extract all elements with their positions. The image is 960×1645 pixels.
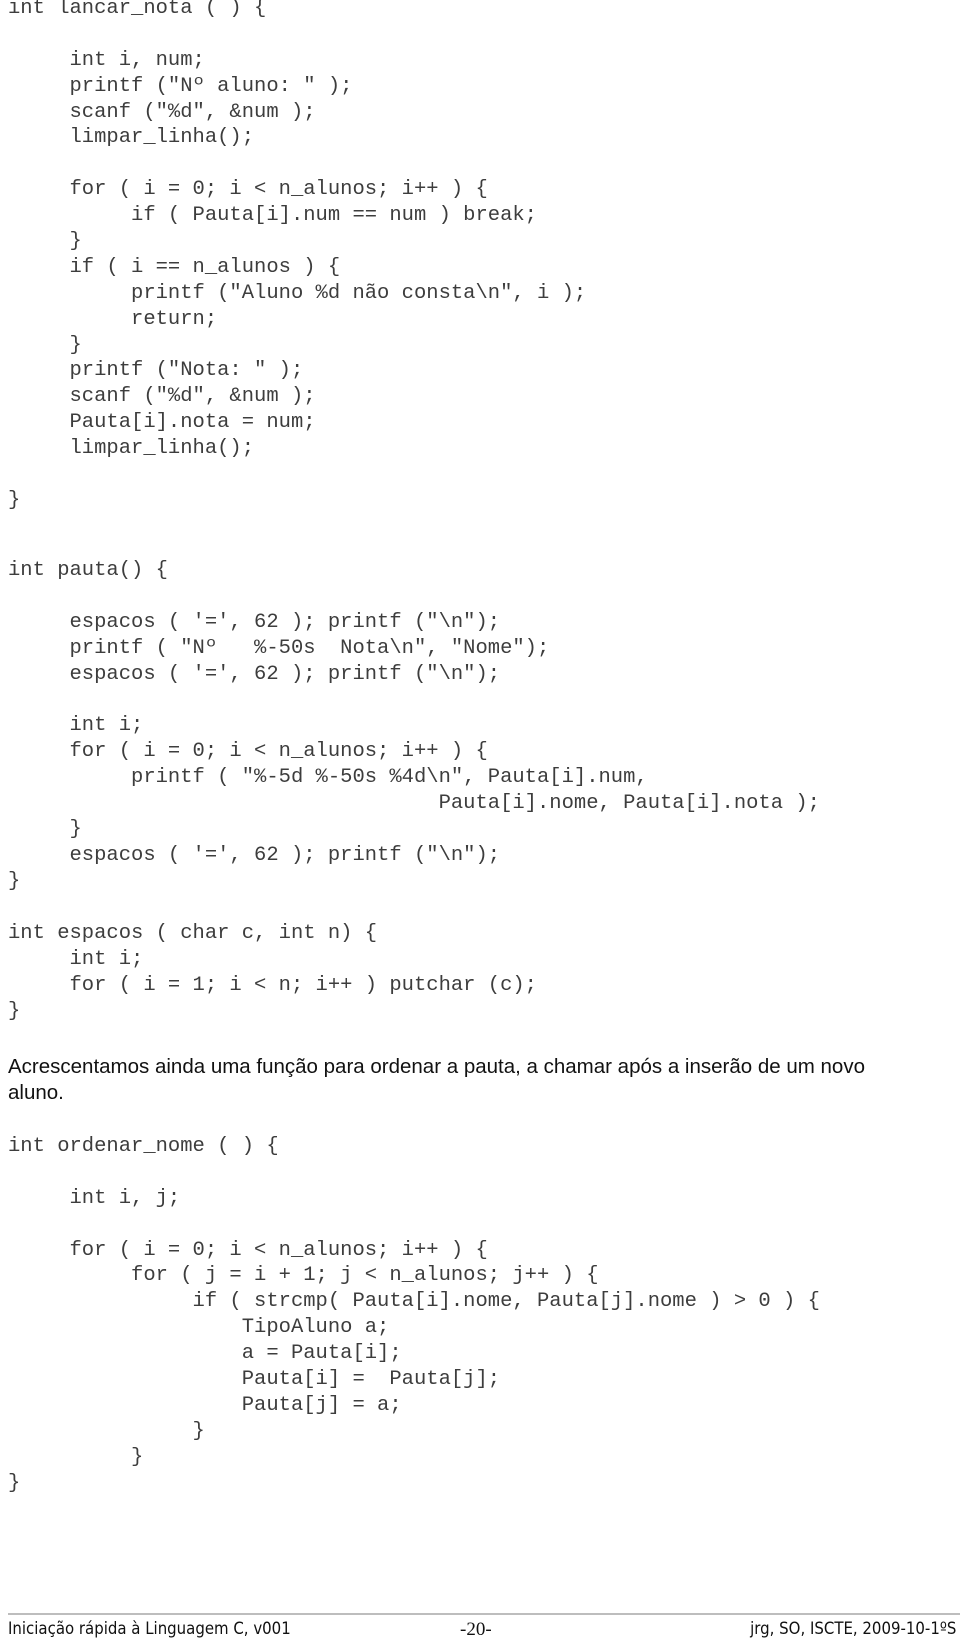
code-line: } [8, 1445, 144, 1469]
code-line: Pauta[j] = a; [8, 1393, 402, 1417]
code-line: espacos ( '=', 62 ); printf ("\n"); [8, 843, 501, 867]
code-line: } [8, 869, 21, 893]
code-line: Pauta[i].nome, Pauta[i].nota ); [8, 792, 820, 816]
code-line: if ( Pauta[i].num == num ) break; [8, 204, 537, 228]
code-line: for ( i = 1; i < n; i++ ) putchar (c); [8, 973, 538, 997]
code-line: a = Pauta[i]; [8, 1342, 402, 1366]
code-line: for ( j = i + 1; j < n_alunos; j++ ) { [8, 1264, 599, 1288]
code-line: } [8, 488, 21, 512]
code-line: int i, j; [8, 1186, 181, 1210]
code-line: scanf ("%d", &num ); [8, 100, 316, 124]
code-line: limpar_linha(); [8, 437, 255, 461]
code-line: espacos ( '=', 62 ); printf ("\n"); [8, 662, 501, 686]
code-line: int espacos ( char c, int n) { [8, 922, 378, 945]
code-line: int pauta() { [8, 559, 168, 582]
code-block-lancar-nota: int lancar_nota ( ) { int i, num; printf… [8, 0, 586, 514]
code-line: printf ("Nº aluno: " ); [8, 74, 353, 98]
code-line: printf ("Nota: " ); [8, 359, 304, 383]
code-line: } [8, 333, 82, 357]
code-line: Pauta[i].nota = num; [8, 411, 316, 435]
code-block-pauta: int pauta() { espacos ( '=', 62 ); print… [8, 558, 820, 895]
footer-page-number: -20- [460, 1619, 492, 1640]
code-line: printf ("Aluno %d não consta\n", i ); [8, 281, 587, 305]
code-line: limpar_linha(); [8, 126, 255, 150]
code-line: int i; [8, 947, 144, 971]
code-line: if ( i == n_alunos ) { [8, 255, 341, 279]
code-line: for ( i = 0; i < n_alunos; i++ ) { [8, 740, 488, 764]
code-line: int lancar_nota ( ) { [8, 0, 267, 20]
code-line: if ( strcmp( Pauta[i].nome, Pauta[j].nom… [8, 1290, 820, 1314]
code-line: for ( i = 0; i < n_alunos; i++ ) { [8, 178, 488, 202]
code-line: } [8, 817, 82, 841]
footer-divider [8, 1613, 960, 1615]
code-block-espacos: int espacos ( char c, int n) { int i; fo… [8, 921, 537, 1025]
code-line: printf ( "Nº %-50s Nota\n", "Nome"); [8, 636, 550, 660]
code-line: TipoAluno a; [8, 1316, 390, 1340]
code-line: } [8, 1471, 21, 1495]
code-line: } [8, 999, 21, 1023]
code-line: scanf ("%d", &num ); [8, 385, 316, 409]
body-paragraph: Acrescentamos ainda uma função para orde… [8, 1055, 865, 1104]
code-line: printf ( "%-5d %-50s %4d\n", Pauta[i].nu… [8, 766, 648, 790]
code-line: for ( i = 0; i < n_alunos; i++ ) { [8, 1238, 488, 1262]
code-line: Pauta[i] = Pauta[j]; [8, 1368, 501, 1392]
code-line: espacos ( '=', 62 ); printf ("\n"); [8, 610, 501, 634]
code-line: int i, num; [8, 48, 205, 72]
code-line: } [8, 1419, 205, 1443]
page-footer: Iniciação rápida à Linguagem C, v001 -20… [8, 1619, 956, 1643]
code-block-ordenar-nome: int ordenar_nome ( ) { int i, j; for ( i… [8, 1134, 820, 1496]
code-line: return; [8, 307, 218, 331]
code-line: } [8, 230, 82, 254]
footer-document-title: Iniciação rápida à Linguagem C, v001 [8, 1619, 291, 1639]
code-line: int i; [8, 714, 144, 738]
code-line: int ordenar_nome ( ) { [8, 1135, 279, 1158]
footer-author-info: jrg, SO, ISCTE, 2009-10-1ºS [749, 1619, 956, 1639]
